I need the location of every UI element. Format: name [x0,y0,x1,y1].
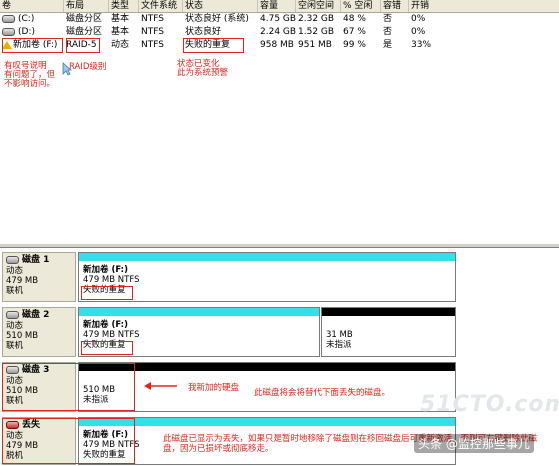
volume-pct-free: 67 % [343,27,366,37]
volume-type: 动态 [111,40,130,50]
volume-fs: NTFS [141,14,164,24]
volume-capacity: 958 MB [260,40,294,50]
volume-free: 951 MB [298,40,332,50]
column-header-overhead[interactable]: 开销 [409,0,559,12]
column-header-free-space[interactable]: 空闲空间 [296,0,341,12]
partition-name: 新加卷 (F:) [83,265,128,275]
volume-name-cell: (C:) [0,13,64,26]
disk-state: 联机 [6,286,24,296]
partition-detail: 479 MB NTFS [83,275,140,285]
column-header-status[interactable]: 状态 [183,0,258,12]
partition-status: 未指派 [326,340,352,350]
drive-icon [2,14,15,23]
volume-pct-free: 48 % [343,14,366,24]
watermark: 51CTO.com [420,392,559,417]
disk-type: 动态 [6,266,24,276]
volume-type: 基本 [111,27,130,37]
partition-detail: 479 MB NTFS [83,330,140,340]
column-header-type[interactable]: 类型 [109,0,139,12]
partition-bar [79,418,455,426]
volume-name: (D:) [18,27,35,37]
disk-label[interactable]: 磁盘 1 动态 479 MB 联机 [2,252,76,302]
volume-status: 状态良好 (系统) [185,14,249,24]
volume-layout: 磁盘分区 [66,14,103,24]
partition-detail: 31 MB [326,330,353,340]
disk-title: 磁盘 1 [22,255,50,265]
annotation-raid: RAID级别 [69,62,107,72]
column-header-volume[interactable]: 卷 [0,0,64,12]
disk-title: 磁盘 2 [22,310,50,320]
arrow-icon [144,382,177,390]
column-header-filesystem[interactable]: 文件系统 [139,0,183,12]
annotation-replace: 此磁盘将会将替代下面丢失的磁盘。 [254,388,391,398]
partition-bar [79,253,455,261]
disk-size: 479 MB [6,276,39,286]
volume-fault: 否 [383,27,393,37]
partition-raid5[interactable]: 新加卷 (F:) 479 MB NTFS 失败的重复 [78,252,456,302]
volume-fs: NTFS [141,27,164,37]
volume-name: (C:) [18,14,35,24]
pane-splitter[interactable] [0,243,559,248]
volume-overhead: 0% [411,14,426,24]
highlight-box [2,38,63,53]
highlight-box [81,286,133,300]
annotation-new-disk: 我新加的硬盘 [188,383,240,393]
disk-type: 动态 [6,321,24,331]
annotation-warning: 有叹号说明 有问题了，但 不影响访问。 [4,61,56,89]
brand-label: 头条 @监控那些事儿 [414,434,534,453]
volume-pct-free: 99 % [343,40,366,50]
partition-unallocated[interactable]: 31 MB 未指派 [321,307,456,357]
volume-free: 2.32 GB [298,14,335,24]
volume-free: 1.52 GB [298,27,335,37]
volume-capacity: 4.75 GB [260,14,296,24]
volume-list-header: 卷 布局 类型 文件系统 状态 容量 空闲空间 % 空闲 容错 开销 [0,0,559,13]
partition-bar [79,308,319,316]
disk-state: 联机 [6,341,24,351]
highlight-box [2,363,135,411]
volume-type: 基本 [111,14,130,24]
highlight-box [66,38,100,53]
disk-icon [6,310,19,319]
column-header-percent-free[interactable]: % 空闲 [341,0,381,12]
annotation-status: 状态已变化 此为系统预警 [177,59,229,78]
highlight-box [183,38,244,53]
volume-fs: NTFS [141,40,164,50]
highlight-box [2,418,135,464]
partition-bar [79,363,455,371]
disk-size: 510 MB [6,331,39,341]
highlight-box [81,341,133,355]
volume-overhead: 0% [411,27,426,37]
disk-icon [6,255,19,264]
column-header-layout[interactable]: 布局 [64,0,109,12]
volume-fault: 否 [383,14,393,24]
disk-label[interactable]: 磁盘 2 动态 510 MB 联机 [2,307,76,357]
volume-overhead: 33% [411,40,432,50]
partition-bar [322,308,455,316]
partition-name: 新加卷 (F:) [83,320,128,330]
volume-row-c[interactable]: (C:) 磁盘分区 基本 NTFS 状态良好 (系统) 4.75 GB 2.32… [0,13,559,26]
column-header-capacity[interactable]: 容量 [258,0,296,12]
volume-capacity: 2.24 GB [260,27,296,37]
drive-icon [2,27,15,36]
column-header-fault-tolerance[interactable]: 容错 [381,0,409,12]
volume-fault: 是 [383,40,393,50]
